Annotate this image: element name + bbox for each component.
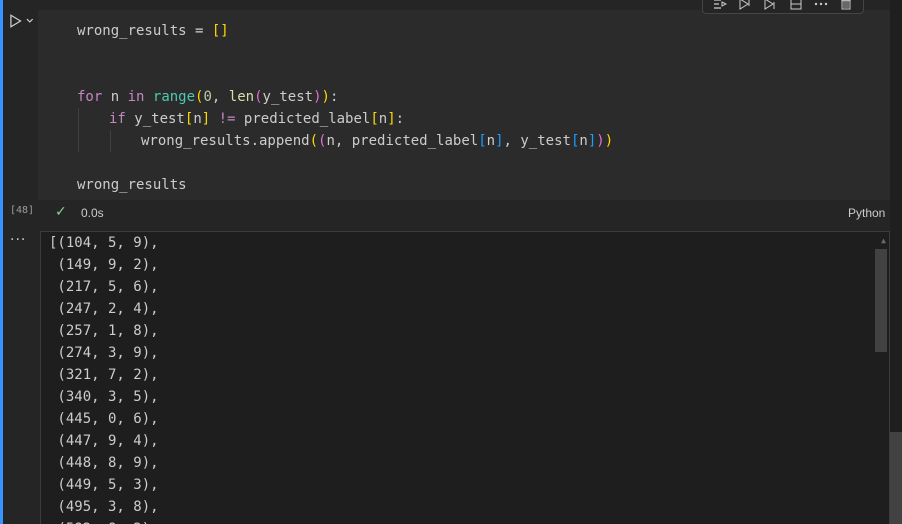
output-line: (257, 1, 8), [49, 323, 159, 339]
execute-above-icon [739, 0, 750, 10]
delete-cell-button[interactable] [837, 0, 855, 11]
output-line: (247, 2, 4), [49, 301, 159, 317]
output-line: (582, 8, 2), [49, 518, 158, 524]
output-line: (449, 5, 3), [49, 477, 159, 493]
cell-focus-indicator [0, 0, 3, 524]
execute-above-button[interactable] [736, 0, 754, 11]
execute-below-icon [764, 0, 775, 10]
run-by-line-button[interactable] [711, 0, 729, 11]
play-icon [10, 14, 22, 28]
output-line: (447, 9, 4), [49, 433, 159, 449]
output-line: (321, 7, 2), [49, 367, 159, 383]
more-icon [814, 2, 828, 6]
output-line: (495, 3, 8), [49, 499, 159, 515]
code-line-3: if y_test[n] != predicted_label[n]: [109, 111, 405, 127]
output-menu-button[interactable]: ··· [10, 232, 26, 248]
chevron-down-icon[interactable] [25, 16, 35, 26]
page-scrollbar[interactable] [890, 0, 902, 524]
execution-time: 0.0s [81, 206, 104, 220]
output-line: (448, 8, 9), [49, 455, 159, 471]
output-line: (274, 3, 9), [49, 345, 159, 361]
output-scrollbar-thumb[interactable] [875, 249, 887, 352]
indent-guide [78, 108, 79, 152]
language-picker[interactable]: Python [848, 206, 885, 220]
run-cell-button[interactable] [9, 12, 35, 30]
execute-below-button[interactable] [761, 0, 779, 11]
code-line-2: for n in range(0, len(y_test)): [77, 89, 339, 105]
output-line: (149, 9, 2), [49, 257, 159, 273]
cell-toolbar [702, 0, 864, 14]
check-icon: ✓ [55, 204, 67, 220]
code-line-1: wrong_results = [] [77, 23, 229, 39]
execution-count: [48] [10, 205, 35, 216]
scroll-up-arrow-icon[interactable]: ▲ [881, 236, 886, 245]
notebook-cell[interactable]: wrong_results = [] for n in range(0, len… [0, 0, 890, 524]
output-line: [(104, 5, 9), [49, 235, 159, 251]
cell-output[interactable]: ▲ [(104, 5, 9), (149, 9, 2), (217, 5, 6)… [40, 231, 890, 524]
delete-icon [841, 0, 852, 10]
page-scrollbar-thumb[interactable] [890, 432, 902, 524]
more-actions-button[interactable] [812, 0, 830, 11]
indent-guide [110, 130, 111, 152]
split-cell-button[interactable] [787, 0, 805, 11]
output-line: (217, 5, 6), [49, 279, 159, 295]
code-line-4: wrong_results.append((n, predicted_label… [141, 133, 614, 149]
output-line: (445, 0, 6), [49, 411, 159, 427]
split-cell-icon [790, 0, 802, 10]
code-line-5: wrong_results [77, 177, 187, 193]
output-line: (340, 3, 5), [49, 389, 159, 405]
run-by-line-icon [713, 0, 727, 9]
